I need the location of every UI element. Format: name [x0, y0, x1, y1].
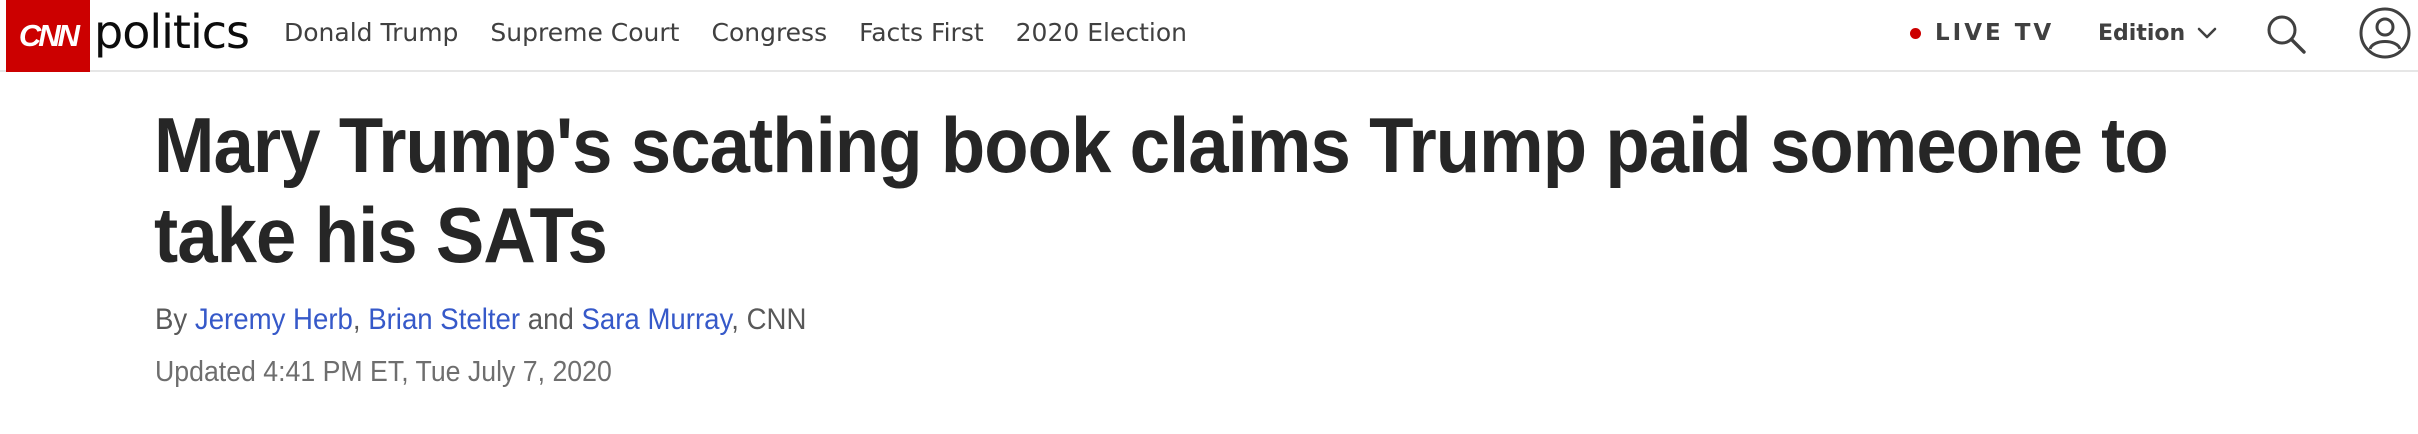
- byline-conjunction: and: [520, 303, 582, 336]
- article-byline: By Jeremy Herb, Brian Stelter and Sara M…: [155, 300, 806, 340]
- search-button[interactable]: [2264, 12, 2308, 56]
- section-name-logo[interactable]: politics: [94, 2, 250, 62]
- byline-separator: ,: [352, 303, 369, 336]
- search-icon: [2267, 15, 2306, 54]
- author-link-jeremy-herb[interactable]: Jeremy Herb: [195, 303, 353, 336]
- byline-suffix: , CNN: [731, 303, 807, 336]
- edition-label: Edition: [2098, 20, 2186, 46]
- cnn-logo[interactable]: CNN: [6, 0, 90, 72]
- page: CNN politics Donald Trump Supreme Court …: [0, 0, 2418, 434]
- site-header: CNN politics Donald Trump Supreme Court …: [0, 0, 2418, 72]
- nav-item-facts-first[interactable]: Facts First: [859, 18, 984, 47]
- article-headline: Mary Trump's scathing book claims Trump …: [154, 101, 2169, 279]
- account-icon: [2359, 7, 2411, 59]
- chevron-down-icon: [2197, 27, 2217, 39]
- live-tv-button[interactable]: LIVE TV: [1910, 0, 2054, 66]
- byline-prefix: By: [155, 303, 195, 336]
- nav-item-congress[interactable]: Congress: [711, 18, 827, 47]
- nav-item-donald-trump[interactable]: Donald Trump: [284, 18, 458, 47]
- nav-item-supreme-court[interactable]: Supreme Court: [490, 18, 679, 47]
- nav-item-2020-election[interactable]: 2020 Election: [1016, 18, 1187, 47]
- section-nav: Donald Trump Supreme Court Congress Fact…: [284, 0, 1187, 64]
- article-updated-timestamp: Updated 4:41 PM ET, Tue July 7, 2020: [155, 356, 612, 388]
- edition-dropdown[interactable]: Edition: [2098, 0, 2217, 66]
- live-indicator-dot: [1910, 27, 1921, 39]
- account-button[interactable]: [2358, 6, 2412, 60]
- live-tv-label: LIVE TV: [1935, 20, 2055, 46]
- author-link-sara-murray[interactable]: Sara Murray: [581, 303, 731, 336]
- author-link-brian-stelter[interactable]: Brian Stelter: [368, 303, 520, 336]
